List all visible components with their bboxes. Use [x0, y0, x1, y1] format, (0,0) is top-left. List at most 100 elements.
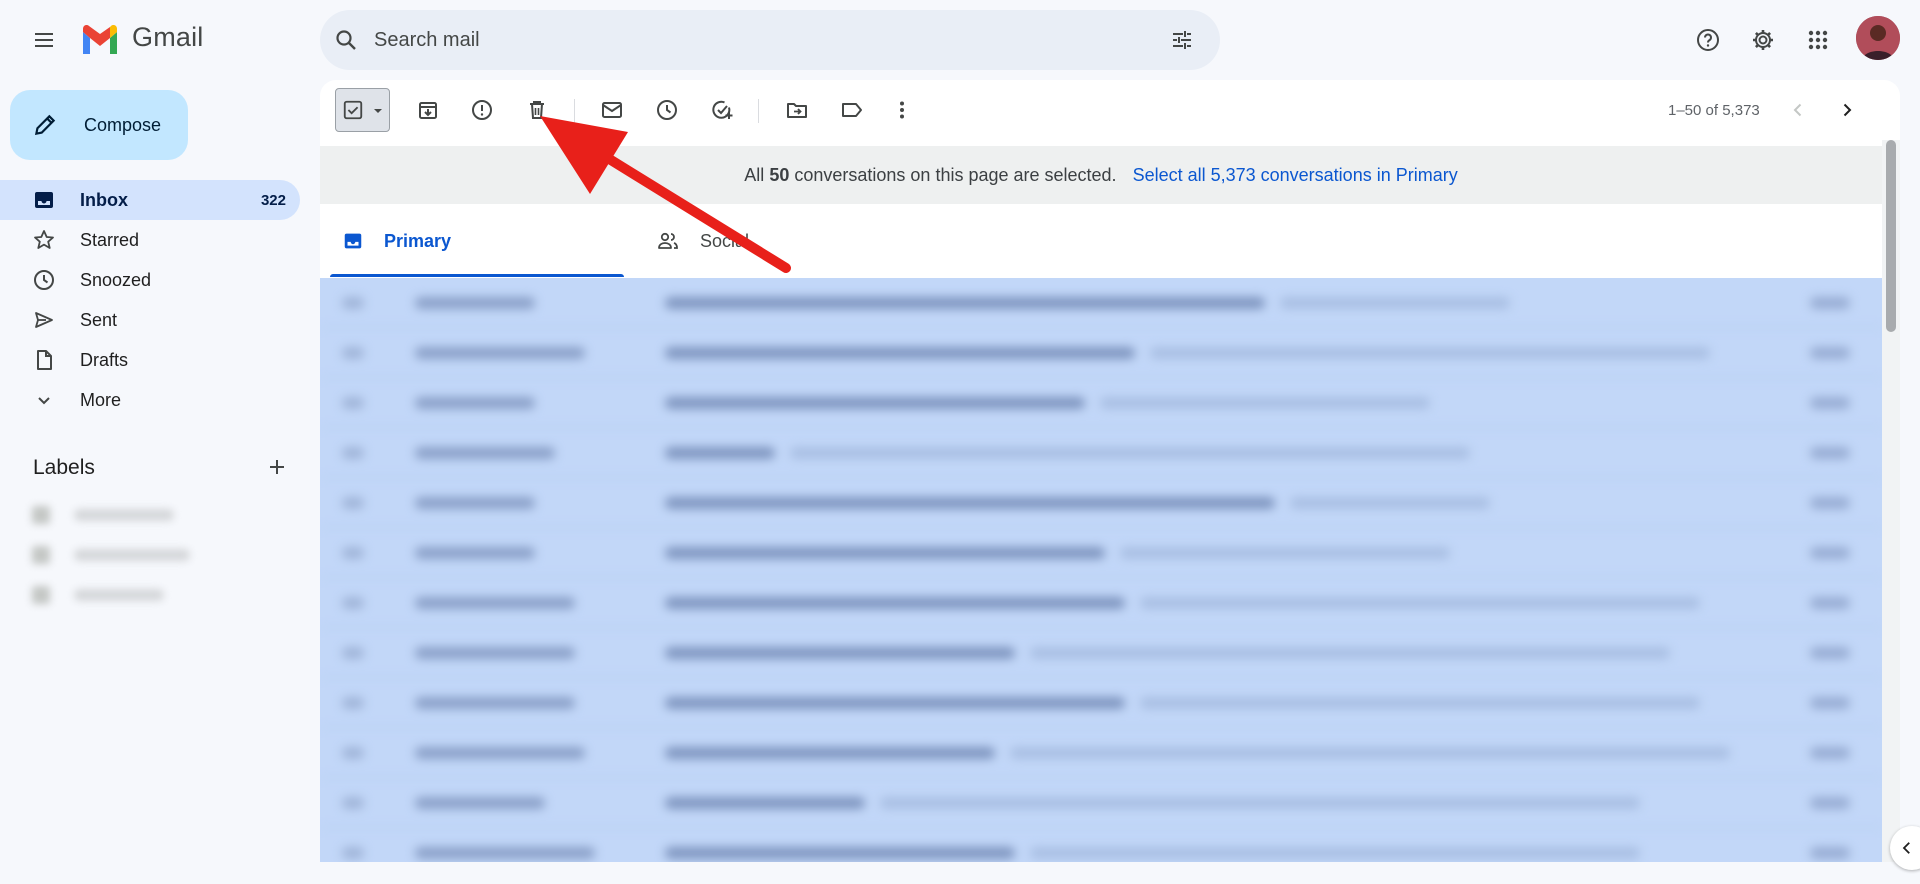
inbox-icon [344, 233, 362, 249]
apps-grid-icon [1808, 30, 1828, 50]
sidebar-item-drafts[interactable]: Drafts [0, 340, 300, 380]
archive-button[interactable] [404, 86, 452, 134]
blurred-text [342, 797, 364, 809]
sidebar-item-label: More [80, 389, 122, 410]
conversation-row[interactable] [320, 328, 1882, 378]
blurred-text [342, 397, 364, 409]
conversation-row[interactable] [320, 378, 1882, 428]
labels-heading: Labels [33, 456, 95, 479]
settings-button[interactable] [1739, 16, 1787, 64]
search-input[interactable] [374, 10, 1134, 70]
search-options-icon[interactable] [1170, 28, 1194, 52]
blurred-text [1810, 347, 1850, 359]
tab-label: Primary [384, 230, 452, 251]
more-vert-icon [900, 101, 904, 119]
blurred-text [1810, 597, 1850, 609]
help-button[interactable] [1684, 16, 1732, 64]
report-spam-button[interactable] [458, 86, 506, 134]
report-spam-icon [472, 100, 492, 120]
blurred-text [415, 697, 575, 709]
pencil-icon [34, 114, 56, 136]
gmail-logo[interactable] [80, 24, 120, 54]
blurred-text [342, 447, 364, 459]
blurred-text [415, 597, 575, 609]
blurred-text [415, 397, 535, 409]
conversation-row[interactable] [320, 428, 1882, 478]
conversation-row[interactable] [320, 528, 1882, 578]
sidebar-item-label: Snoozed [80, 269, 152, 290]
blurred-text [1810, 447, 1850, 459]
blurred-text [665, 397, 1085, 409]
compose-button[interactable]: Compose [10, 90, 188, 160]
sidebar-item-inbox[interactable]: Inbox 322 [0, 180, 300, 220]
blurred-text [1810, 747, 1850, 759]
send-icon [35, 312, 53, 328]
newer-page-button[interactable] [1774, 86, 1822, 134]
blurred-text [415, 497, 535, 509]
blurred-text [665, 847, 1015, 859]
more-actions-button[interactable] [878, 86, 926, 134]
blurred-text [665, 747, 995, 759]
blurred-text [415, 747, 585, 759]
blurred-text [1810, 297, 1850, 309]
sidebar-item-snoozed[interactable]: Snoozed [0, 260, 300, 300]
sidebar-item-sent[interactable]: Sent [0, 300, 300, 340]
blurred-text [1810, 547, 1850, 559]
blurred-text [342, 847, 364, 859]
hamburger-menu-icon [35, 33, 53, 47]
label-item[interactable] [22, 538, 202, 572]
label-icon [842, 103, 862, 117]
select-all-checkbox[interactable] [335, 88, 390, 132]
avatar[interactable] [1856, 16, 1900, 60]
conversation-row[interactable] [320, 628, 1882, 678]
sidebar-item-label: Sent [80, 309, 118, 330]
blurred-text [1810, 397, 1850, 409]
main-menu-button[interactable] [20, 16, 68, 64]
create-label-button[interactable] [253, 443, 301, 491]
blurred-text [1120, 547, 1450, 559]
email-list[interactable] [320, 278, 1882, 862]
conversation-row[interactable] [320, 478, 1882, 528]
blurred-text [342, 747, 364, 759]
gear-icon [1753, 30, 1773, 50]
star-icon [34, 230, 54, 249]
blurred-text [415, 797, 545, 809]
blurred-text [1810, 647, 1850, 659]
blurred-label [32, 586, 164, 604]
select-all-conversations-link[interactable]: Select all 5,373 conversations in Primar… [1133, 165, 1458, 186]
blurred-text [415, 547, 535, 559]
apps-button[interactable] [1794, 16, 1842, 64]
labels-button[interactable] [828, 86, 876, 134]
blurred-text [665, 297, 1265, 309]
conversation-row[interactable] [320, 678, 1882, 728]
blurred-text [342, 497, 364, 509]
compose-label: Compose [84, 114, 162, 135]
sidebar-item-label: Drafts [80, 349, 129, 370]
sidebar-item-starred[interactable]: Starred [0, 220, 300, 260]
sidebar-item-more[interactable]: More [0, 380, 300, 420]
blurred-text [342, 697, 364, 709]
blurred-text [342, 347, 364, 359]
label-item[interactable] [22, 498, 202, 532]
blurred-text [1280, 297, 1510, 309]
side-panel-toggle[interactable] [1890, 826, 1920, 870]
conversation-row[interactable] [320, 778, 1882, 828]
older-page-button[interactable] [1823, 86, 1871, 134]
gmail-logo-text: Gmail [132, 22, 204, 52]
pagination-text: 1–50 of 5,373 [1668, 102, 1760, 119]
blurred-text [665, 597, 1125, 609]
blurred-label [32, 546, 190, 564]
search-bar[interactable] [320, 10, 1220, 70]
blurred-text [342, 547, 364, 559]
scrollbar-thumb[interactable] [1886, 140, 1896, 332]
search-icon[interactable] [334, 28, 358, 52]
annotation-arrow [540, 116, 791, 273]
sidebar-item-label: Inbox [80, 189, 128, 210]
conversation-row[interactable] [320, 828, 1882, 862]
conversation-row[interactable] [320, 728, 1882, 778]
label-item[interactable] [22, 578, 202, 612]
blurred-text [1030, 647, 1670, 659]
gmail-m-icon [83, 25, 117, 54]
conversation-row[interactable] [320, 278, 1882, 328]
conversation-row[interactable] [320, 578, 1882, 628]
